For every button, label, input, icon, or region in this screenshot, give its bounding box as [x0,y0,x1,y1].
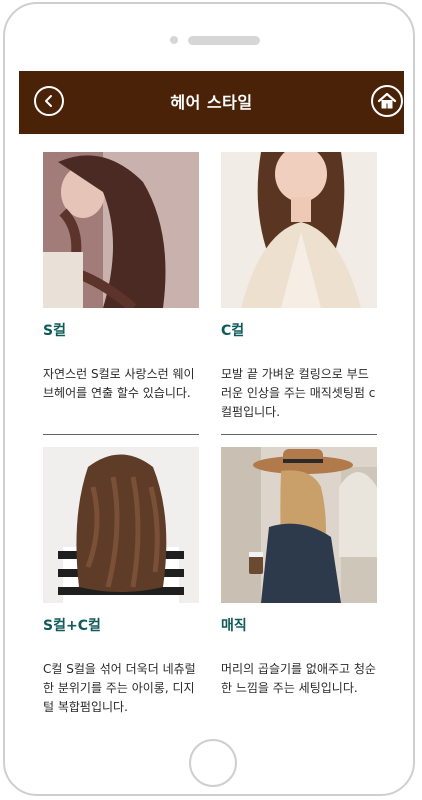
card-divider [221,434,377,435]
card-photo [221,152,377,308]
card-title: 매직 [221,618,247,634]
speaker-slot [188,36,260,45]
device-home-button[interactable] [189,739,237,787]
card-description: 머리의 곱슬기를 없애주고 청순한 느낌을 주는 세팅입니다. [221,662,376,695]
camera-dot [170,36,178,44]
app-screen: 헤어 스타일 S컬 자연스런 S컬로 사랑스런 웨이브헤어를 연출 할수 있습니… [19,71,404,727]
style-card[interactable]: 매직 머리의 곱슬기를 없애주고 청순한 느낌을 주는 세팅입니다. [221,447,377,727]
style-card[interactable]: C컬 모발 끝 가벼운 컬링으로 부드러운 인상을 주는 매직셋팅펌 c컬펌입니… [221,152,377,436]
card-photo [221,447,377,603]
home-icon [377,92,397,109]
home-button[interactable] [371,85,403,117]
card-title: C컬 [221,323,245,339]
phone-frame: 헤어 스타일 S컬 자연스런 S컬로 사랑스런 웨이브헤어를 연출 할수 있습니… [3,2,415,796]
card-description: C컬 S컬을 섞어 더욱더 네츄럴한 분위기를 주는 아이롱, 디지털 복합펌입… [43,662,196,714]
card-title: S컬 [43,323,66,339]
style-card[interactable]: S컬+C컬 C컬 S컬을 섞어 더욱더 네츄럴한 분위기를 주는 아이롱, 디지… [43,447,199,727]
card-title: S컬+C컬 [43,618,101,634]
style-card[interactable]: S컬 자연스런 S컬로 사랑스런 웨이브헤어를 연출 할수 있습니다. [43,152,199,436]
app-header: 헤어 스타일 [19,71,404,134]
card-photo [43,447,199,603]
card-description: 모발 끝 가벼운 컬링으로 부드러운 인상을 주는 매직셋팅펌 c컬펌입니다. [221,367,376,419]
card-divider [43,434,199,435]
page-title: 헤어 스타일 [170,93,253,112]
card-photo [43,152,199,308]
card-description: 자연스런 S컬로 사랑스런 웨이브헤어를 연출 할수 있습니다. [43,367,195,400]
